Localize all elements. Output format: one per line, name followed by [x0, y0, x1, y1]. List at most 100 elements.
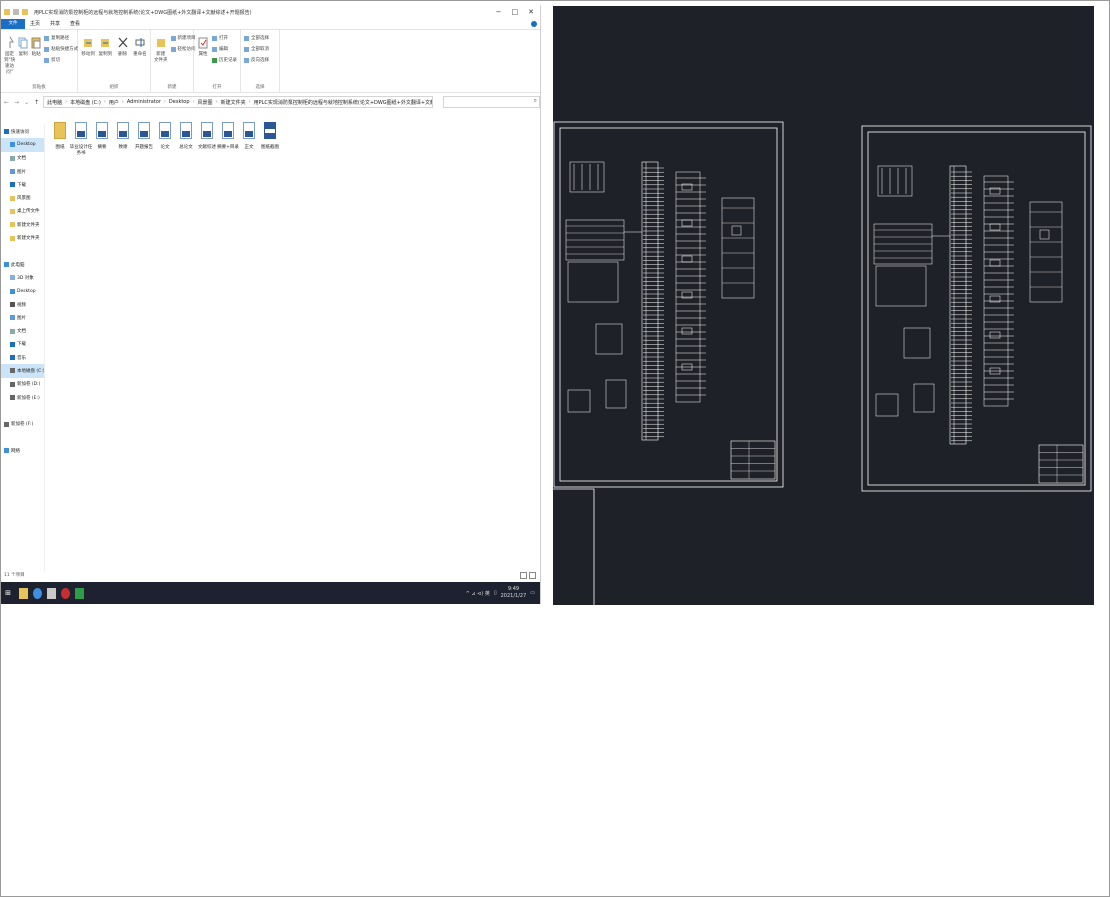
breadcrumb-item[interactable]: Desktop: [169, 99, 190, 105]
app-taskbar-icon[interactable]: [47, 587, 56, 599]
cad-drawing-viewer[interactable]: [553, 6, 1094, 605]
breadcrumb-separator-icon[interactable]: ›: [104, 99, 106, 105]
new-folder-button[interactable]: 新建 文件夹: [154, 32, 168, 63]
breadcrumb-item[interactable]: 用PLC实现消防泵控制柜的远程与就地控制系统(论文+DWG图纸+外文翻译+文献综…: [254, 99, 432, 106]
nav-item[interactable]: 3D 对象: [1, 271, 44, 284]
close-button[interactable]: ✕: [528, 8, 534, 16]
breadcrumb-item[interactable]: 用户: [109, 99, 119, 106]
address-bar[interactable]: 此电脑 › 本地磁盘 (C:) › 用户 › Administrator › Desktop › 风…: [43, 96, 433, 108]
nav-item[interactable]: 视频: [1, 298, 44, 311]
open-button[interactable]: 打开: [212, 35, 237, 41]
select-none-button[interactable]: 全部取消: [244, 46, 269, 52]
tab-share[interactable]: 共享: [45, 19, 65, 29]
file-item[interactable]: 开题报告: [135, 122, 153, 156]
pin-quick-access-button[interactable]: 固定到"快速访问": [4, 32, 15, 75]
nav-item[interactable]: 本地磁盘 (C:): [1, 364, 44, 378]
breadcrumb-separator-icon[interactable]: ›: [249, 99, 251, 105]
cut-button[interactable]: 剪切: [44, 57, 78, 63]
nav-item[interactable]: 此电脑: [1, 258, 44, 271]
up-arrow-icon[interactable]: ↑: [34, 99, 39, 106]
file-explorer-taskbar-icon[interactable]: [19, 587, 28, 599]
nav-item[interactable]: 图片: [1, 165, 44, 178]
cad-canvas[interactable]: [553, 6, 1094, 605]
file-item[interactable]: 图纸截图: [261, 122, 279, 156]
nav-item[interactable]: Desktop: [1, 138, 44, 152]
nav-item[interactable]: 新建文件夹: [1, 231, 44, 244]
history-button[interactable]: 历史记录: [212, 57, 237, 63]
maximize-button[interactable]: □: [512, 8, 519, 16]
file-item[interactable]: 文献综述: [198, 122, 216, 156]
tab-view[interactable]: 查看: [65, 19, 85, 29]
view-toggle[interactable]: [520, 572, 536, 579]
file-item[interactable]: 总论文: [179, 122, 193, 156]
edit-button[interactable]: 编辑: [212, 46, 237, 52]
nav-item[interactable]: 下载: [1, 178, 44, 191]
nav-item[interactable]: 文档: [1, 152, 44, 165]
breadcrumb-separator-icon[interactable]: ›: [164, 99, 166, 105]
breadcrumb-item[interactable]: 本地磁盘 (C:): [70, 99, 101, 106]
notification-icon[interactable]: ▭: [530, 590, 535, 596]
file-item[interactable]: 图纸: [53, 122, 67, 156]
nav-item[interactable]: Desktop: [1, 285, 44, 298]
move-to-button[interactable]: 移动到: [81, 32, 95, 57]
breadcrumb-item[interactable]: 风景图: [198, 99, 213, 106]
nav-item[interactable]: 网络: [1, 444, 44, 457]
properties-icon[interactable]: [13, 9, 19, 15]
large-icons-view-icon[interactable]: [529, 572, 536, 579]
minimize-button[interactable]: −: [496, 8, 502, 16]
search-input[interactable]: ⌕: [442, 96, 540, 108]
tab-file[interactable]: 文件: [1, 19, 25, 29]
help-icon[interactable]: [531, 21, 537, 27]
file-item[interactable]: 正文: [242, 122, 256, 156]
nav-item[interactable]: 风景图: [1, 191, 44, 204]
nav-item[interactable]: 音乐: [1, 351, 44, 364]
nav-item[interactable]: 文档: [1, 324, 44, 337]
easy-access-button[interactable]: 轻松访问: [170, 46, 196, 52]
clock[interactable]: 9:49 2021/1/27: [501, 586, 527, 600]
forward-arrow-icon[interactable]: →: [14, 99, 19, 106]
nav-item[interactable]: 新加卷 (D:): [1, 378, 44, 391]
file-item[interactable]: 致谢: [116, 122, 130, 156]
back-arrow-icon[interactable]: ←: [4, 99, 9, 106]
details-view-icon[interactable]: [520, 572, 527, 579]
new-item-button[interactable]: 新建项目: [170, 35, 196, 41]
breadcrumb-separator-icon[interactable]: ›: [193, 99, 195, 105]
nav-item[interactable]: 桌上传文件: [1, 205, 44, 218]
breadcrumb-item[interactable]: Administrator: [127, 99, 161, 105]
rename-button[interactable]: 重命名: [133, 32, 147, 57]
file-item[interactable]: 摘要+目录: [217, 122, 239, 156]
windows-start-icon[interactable]: ⊞: [1, 589, 15, 597]
nav-item[interactable]: 下载: [1, 338, 44, 351]
nav-item[interactable]: 图片: [1, 311, 44, 324]
tray-icons[interactable]: ^ ⊿ ⊲) 英: [466, 590, 490, 597]
paste-shortcut-button[interactable]: 粘贴快捷方式: [44, 46, 78, 52]
breadcrumb-separator-icon[interactable]: ›: [216, 99, 218, 105]
nav-item[interactable]: 新加卷 (F:): [1, 418, 44, 431]
file-item[interactable]: 摘要: [95, 122, 109, 156]
invert-selection-button[interactable]: 反向选择: [244, 57, 269, 63]
battery-icon[interactable]: ▯: [494, 590, 497, 596]
nav-item[interactable]: 快速访问: [1, 125, 44, 138]
copy-path-button[interactable]: 复制路径: [44, 35, 78, 41]
nav-item[interactable]: 新建文件夹: [1, 218, 44, 231]
file-item[interactable]: 论文: [158, 122, 172, 156]
select-all-button[interactable]: 全部选择: [244, 35, 269, 41]
paste-button[interactable]: 粘贴: [31, 32, 41, 57]
file-item[interactable]: 毕业设计任 务书: [70, 122, 92, 156]
red-app-taskbar-icon[interactable]: [61, 587, 70, 599]
breadcrumb-separator-icon[interactable]: ›: [65, 99, 67, 105]
green-app-taskbar-icon[interactable]: [75, 587, 84, 599]
breadcrumb-item[interactable]: 此电脑: [47, 99, 62, 106]
copy-to-button[interactable]: 复制到: [98, 32, 112, 57]
recent-dropdown-icon[interactable]: ⌄: [24, 99, 29, 106]
breadcrumb-item[interactable]: 新建文件夹: [221, 99, 246, 106]
quick-access-toolbar[interactable]: [4, 9, 28, 15]
copy-button[interactable]: 复制: [18, 32, 28, 57]
delete-button[interactable]: 删除: [116, 32, 130, 57]
properties-button[interactable]: 属性: [197, 32, 209, 57]
tab-home[interactable]: 主页: [25, 19, 45, 29]
breadcrumb-separator-icon[interactable]: ›: [122, 99, 124, 105]
qq-browser-taskbar-icon[interactable]: [33, 587, 42, 599]
new-folder-icon[interactable]: [22, 9, 28, 15]
nav-item[interactable]: 新加卷 (E:): [1, 391, 44, 404]
